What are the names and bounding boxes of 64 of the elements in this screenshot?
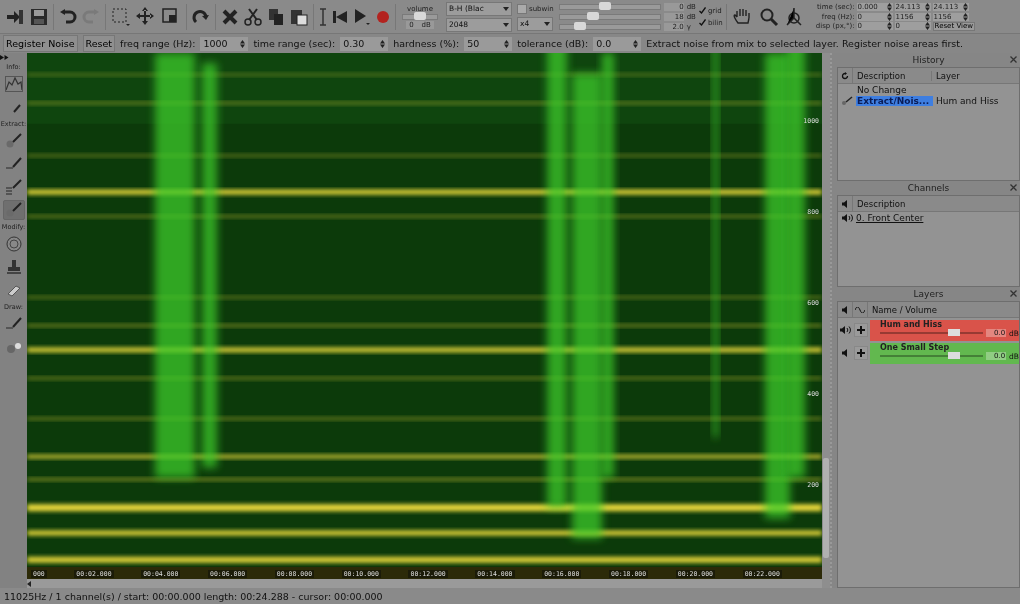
dropdown-arrow-icon[interactable] bbox=[503, 6, 509, 11]
spin-arrows-icon[interactable] bbox=[240, 39, 246, 48]
check-mark[interactable] bbox=[698, 19, 706, 26]
display-slider[interactable] bbox=[558, 23, 661, 30]
option-label: freq range (Hz): bbox=[120, 38, 196, 49]
history-description[interactable]: Extract/Nois... bbox=[856, 95, 933, 106]
option-button[interactable]: Register Noise bbox=[3, 35, 78, 52]
panel-title: Channels bbox=[907, 183, 950, 193]
vertical-scrollbar[interactable] bbox=[822, 53, 830, 588]
spin-arrows-icon[interactable] bbox=[924, 3, 930, 11]
spin-arrows-icon[interactable] bbox=[886, 3, 892, 11]
slider-thumb[interactable] bbox=[948, 329, 961, 336]
spectrogram-drawing[interactable] bbox=[27, 53, 822, 579]
collapse-icon[interactable] bbox=[0, 55, 9, 60]
spin-arrows-icon[interactable] bbox=[633, 39, 639, 48]
slider-thumb[interactable] bbox=[586, 11, 599, 20]
spin-arrows-icon[interactable] bbox=[924, 22, 930, 30]
check-mark[interactable] bbox=[698, 7, 706, 14]
close-icon[interactable] bbox=[1010, 56, 1017, 63]
dot-brush-tool-icon[interactable] bbox=[2, 200, 25, 220]
slider-thumb[interactable] bbox=[598, 1, 611, 10]
add-icon[interactable] bbox=[854, 323, 868, 337]
brush-icon bbox=[841, 95, 853, 106]
spin-arrows-icon[interactable] bbox=[886, 12, 892, 21]
horizontal-scrollbar[interactable] bbox=[27, 579, 822, 588]
channel-name[interactable]: 0. Front Center bbox=[856, 212, 924, 223]
volume-slider[interactable] bbox=[402, 13, 438, 20]
spin-field[interactable]: 0.30 bbox=[340, 36, 389, 51]
column-header[interactable]: Description bbox=[853, 70, 932, 81]
layer-name: Hum and Hiss bbox=[880, 319, 944, 329]
spin-field[interactable]: 0.0 bbox=[593, 36, 642, 51]
spin-arrows-icon[interactable] bbox=[504, 39, 510, 48]
option-button[interactable]: Reset bbox=[82, 35, 116, 52]
panel-title: History bbox=[912, 55, 945, 65]
slider-thumb[interactable] bbox=[573, 21, 586, 30]
speaker-icon[interactable] bbox=[838, 326, 852, 334]
spin-arrows-icon[interactable] bbox=[924, 12, 930, 21]
option-label: tolerance (dB): bbox=[517, 38, 589, 49]
display-slider[interactable] bbox=[558, 13, 661, 20]
hint-text: Extract noise from mix to selected layer. Register noise areas first. bbox=[646, 38, 964, 49]
spin-field[interactable]: 1000 bbox=[200, 36, 249, 51]
history-description[interactable]: No Change bbox=[856, 84, 933, 95]
option-label: hardness (%): bbox=[393, 38, 460, 49]
spin-arrows-icon[interactable] bbox=[886, 22, 892, 30]
spectrum-tool-icon[interactable] bbox=[2, 74, 25, 94]
checkbox[interactable] bbox=[517, 3, 527, 14]
close-icon[interactable] bbox=[1010, 184, 1017, 191]
spin-arrows-icon[interactable] bbox=[380, 39, 386, 48]
panel-title: Layers bbox=[913, 289, 944, 299]
status-text: 11025Hz / 1 channel(s) / start: 00:00.000 length: 00:24.288 - cursor: 00:00.000 bbox=[4, 590, 383, 602]
slider-thumb[interactable] bbox=[948, 352, 961, 359]
history-layer: Hum and Hiss bbox=[935, 95, 999, 106]
display-slider[interactable] bbox=[558, 3, 661, 10]
spin-arrows-icon[interactable] bbox=[962, 12, 968, 21]
spin-field[interactable]: 50 bbox=[464, 36, 513, 51]
column-header[interactable]: Layer bbox=[932, 70, 960, 81]
spin-arrows-icon[interactable] bbox=[962, 3, 968, 11]
option-label: time range (sec): bbox=[253, 38, 336, 49]
close-icon[interactable] bbox=[1010, 290, 1017, 297]
slider-thumb[interactable] bbox=[414, 11, 426, 20]
dropdown-arrow-icon[interactable] bbox=[544, 21, 550, 26]
add-icon[interactable] bbox=[854, 346, 868, 360]
dropdown-arrow-icon[interactable] bbox=[503, 22, 509, 27]
layer-name: One Small Step bbox=[880, 342, 951, 352]
